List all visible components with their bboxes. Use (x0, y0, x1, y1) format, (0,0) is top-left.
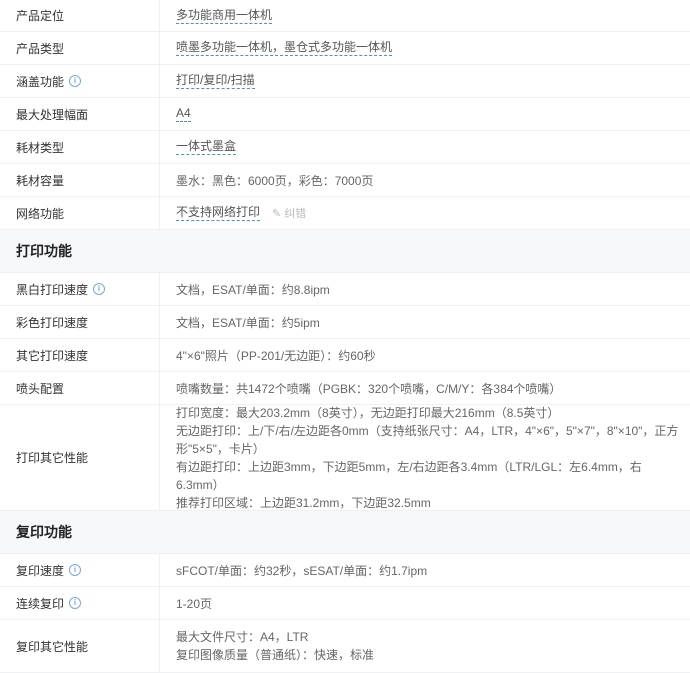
spec-line: 形"5×5"，卡片） (176, 441, 265, 456)
spec-line: 复印图像质量（普通纸）：快速，标准 (176, 648, 375, 662)
spec-value: 1-20页 (176, 596, 213, 611)
info-icon[interactable]: i (69, 597, 82, 609)
correction-label: 纠错 (284, 208, 307, 220)
spec-line: 推荐打印区域：上边距31.2mm，下边距32.5mm (176, 495, 431, 510)
spec-label: 产品定位 (0, 0, 160, 31)
row-bw-speed: 黑白打印速度 i 文档，ESAT/单面：约8.8ipm (0, 273, 690, 306)
spec-label: 复印其它性能 (0, 620, 160, 672)
row-consumable-capacity: 耗材容量 墨水：黑色：6000页，彩色：7000页 (0, 164, 690, 197)
section-title-print: 打印功能 (0, 230, 690, 273)
row-nozzle: 喷头配置 喷嘴数量：共1472个喷嘴（PGBK：320个喷嘴，C/M/Y：各38… (0, 372, 690, 405)
row-copy-other: 复印其它性能 最大文件尺寸：A4，LTR 复印图像质量（普通纸）：快速，标准 (0, 620, 690, 673)
spec-label: 产品类型 (0, 32, 160, 64)
functions-link[interactable]: 打印/复印/扫描 (176, 73, 255, 89)
spec-value: 文档，ESAT/单面：约5ipm (176, 315, 320, 330)
section-title-copy: 复印功能 (0, 511, 690, 554)
positioning-link[interactable]: 多功能商用一体机 (176, 8, 273, 24)
spec-line: 最大文件尺寸：A4，LTR (176, 630, 309, 644)
consumable-type-link[interactable]: 一体式墨盒 (176, 139, 237, 155)
row-continuous-copy: 连续复印 i 1-20页 (0, 587, 690, 620)
spec-line: 打印宽度：最大203.2mm（8英寸），无边距打印最大216mm（8.5英寸） (176, 405, 560, 420)
spec-label: 复印速度 (16, 563, 65, 578)
spec-line: 无边距打印：上/下/右/左边距各0mm（支持纸张尺寸：A4，LTR，4"×6"，… (176, 423, 679, 438)
spec-label: 涵盖功能 (16, 74, 65, 89)
spec-value: 4"×6"照片（PP-201/无边距）：约60秒 (176, 348, 376, 363)
spec-label: 最大处理幅面 (0, 98, 160, 130)
row-network: 网络功能 不支持网络打印 ✎ 纠错 (0, 197, 690, 230)
row-print-other: 打印其它性能 打印宽度：最大203.2mm（8英寸），无边距打印最大216mm（… (0, 405, 690, 511)
spec-value: 文档，ESAT/单面：约8.8ipm (176, 282, 330, 297)
info-icon[interactable]: i (69, 75, 82, 87)
spec-line: 有边距打印：上边距3mm，下边距5mm，左/右边距各3.4mm（LTR/LGL：… (176, 459, 642, 492)
max-size-link[interactable]: A4 (176, 106, 191, 122)
info-icon[interactable]: i (69, 564, 82, 576)
row-positioning: 产品定位 多功能商用一体机 (0, 0, 690, 32)
row-type: 产品类型 喷墨多功能一体机，墨仓式多功能一体机 (0, 32, 690, 65)
spec-label: 耗材类型 (0, 131, 160, 163)
spec-value: 墨水：黑色：6000页，彩色：7000页 (176, 173, 374, 188)
spec-label: 彩色打印速度 (0, 306, 160, 338)
pencil-icon: ✎ (272, 207, 282, 220)
spec-value: sFCOT/单面：约32秒，sESAT/单面：约1.7ipm (176, 563, 428, 578)
spec-label: 耗材容量 (0, 164, 160, 196)
correction-button[interactable]: ✎ 纠错 (272, 205, 306, 221)
info-icon[interactable]: i (93, 283, 106, 295)
spec-value: 喷嘴数量：共1472个喷嘴（PGBK：320个喷嘴，C/M/Y：各384个喷嘴） (176, 381, 562, 396)
spec-label: 连续复印 (16, 596, 65, 611)
row-functions: 涵盖功能 i 打印/复印/扫描 (0, 65, 690, 98)
spec-label: 打印其它性能 (0, 405, 160, 510)
row-consumable-type: 耗材类型 一体式墨盒 (0, 131, 690, 164)
spec-label: 喷头配置 (0, 372, 160, 404)
spec-table: 产品定位 多功能商用一体机 产品类型 喷墨多功能一体机，墨仓式多功能一体机 涵盖… (0, 0, 690, 673)
row-copy-speed: 复印速度 i sFCOT/单面：约32秒，sESAT/单面：约1.7ipm (0, 554, 690, 587)
network-link[interactable]: 不支持网络打印 (176, 205, 261, 221)
row-other-speed: 其它打印速度 4"×6"照片（PP-201/无边距）：约60秒 (0, 339, 690, 372)
spec-label: 网络功能 (0, 197, 160, 229)
row-color-speed: 彩色打印速度 文档，ESAT/单面：约5ipm (0, 306, 690, 339)
row-max-size: 最大处理幅面 A4 (0, 98, 690, 131)
type-link[interactable]: 喷墨多功能一体机，墨仓式多功能一体机 (176, 40, 393, 56)
spec-label: 黑白打印速度 (16, 282, 89, 297)
spec-label: 其它打印速度 (0, 339, 160, 371)
